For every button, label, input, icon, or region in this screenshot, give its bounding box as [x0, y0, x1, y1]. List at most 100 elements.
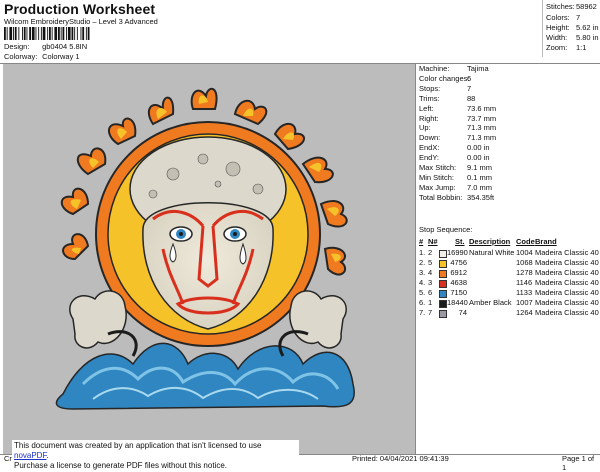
- thread-description: Natural White: [469, 248, 515, 257]
- machine-info-label: EndY:: [419, 153, 440, 163]
- machine-info-value: 0.00 in: [467, 153, 490, 163]
- thread-code: 1264: [516, 308, 533, 317]
- page-title: Production Worksheet: [4, 1, 156, 17]
- machine-info-label: Stops:: [419, 83, 441, 93]
- printed-timestamp: Printed: 04/04/2021 09:41:39: [352, 454, 449, 463]
- thread-brand: Madeira Classic 40: [535, 268, 599, 277]
- stitch-count: 4756: [450, 258, 467, 267]
- barcode-bar: [54, 27, 58, 40]
- col-header-brand: Brand: [535, 237, 557, 246]
- machine-info-label: Machine:: [419, 64, 450, 73]
- design-preview: [3, 64, 415, 454]
- machine-info-value: 0.1 mm: [467, 172, 493, 182]
- thread-brand: Madeira Classic 40: [535, 278, 599, 287]
- needle-number: 7: [428, 308, 433, 317]
- machine-info-label: Total Bobbin:: [419, 192, 463, 202]
- stats-box: Stitches:58962 Colors: 7 Height: 5.62 in W…: [542, 0, 600, 57]
- stitch-count: 18440: [447, 298, 468, 307]
- info-panel: Machine: Tajima Color changes:6 Stops: 7 Trim…: [415, 64, 600, 454]
- page-number: Page 1 of 1: [562, 454, 595, 472]
- thread-brand: Madeira Classic 40: [535, 298, 599, 307]
- novapdf-link[interactable]: novaPDF: [14, 451, 46, 460]
- machine-info-value: 6: [467, 73, 472, 83]
- machine-info-row: Trims: 88: [419, 94, 475, 103]
- footer-left-text: Cr: [4, 454, 12, 463]
- notice-text: This document was created by an applicat…: [14, 441, 262, 450]
- barcode-bar: [85, 27, 87, 40]
- thread-code: 1068: [516, 258, 533, 267]
- barcode-bar: [51, 27, 53, 40]
- stats-label: Zoom:: [546, 43, 568, 52]
- sun-embroidery-image: [55, 87, 355, 410]
- thread-code: 1007: [516, 298, 533, 307]
- needle-number: 2: [428, 248, 433, 257]
- machine-info-label: Right:: [419, 113, 439, 123]
- stitch-count: 6912: [450, 268, 467, 277]
- stop-sequence-title: Stop Sequence:: [419, 225, 473, 234]
- color-swatch: [439, 300, 447, 308]
- machine-info-value: 354.35ft: [467, 192, 495, 202]
- stitch-count: 7150: [450, 288, 467, 297]
- stitch-count: 16990: [447, 248, 468, 257]
- barcode-bar: [38, 27, 40, 40]
- barcode-bar: [58, 27, 60, 40]
- machine-info-value: Tajima: [467, 64, 489, 73]
- stats-row: Stitches:58962: [546, 2, 597, 11]
- machine-info-value: 7: [467, 83, 472, 93]
- barcode-bar: [49, 27, 51, 40]
- stats-row: Colors: 7: [546, 13, 580, 22]
- colorway-line: Colorway: Colorway 1: [4, 52, 80, 61]
- color-swatch: [439, 310, 447, 318]
- machine-info-row: Max Stitch: 9.1 mm: [419, 163, 492, 172]
- barcode-bar: [29, 27, 31, 40]
- machine-info-row: Stops: 7: [419, 84, 471, 93]
- stats-label: Height:: [546, 23, 570, 32]
- barcode-bar: [71, 27, 74, 40]
- machine-info-value: 73.6 mm: [467, 103, 497, 113]
- barcode-bar: [13, 27, 14, 40]
- col-header-description: Description: [469, 237, 511, 246]
- machine-info-label: Down:: [419, 133, 441, 143]
- machine-info-value: 71.3 mm: [467, 123, 497, 133]
- needle-number: 3: [428, 278, 433, 287]
- design-label: Design:: [4, 42, 30, 51]
- thread-description: Amber Black: [469, 298, 512, 307]
- barcode-bar: [67, 27, 71, 40]
- ocean-waves: [55, 342, 355, 410]
- barcode-bar: [23, 27, 26, 40]
- col-header-needle: N#: [428, 237, 438, 246]
- barcode-bar: [82, 27, 85, 40]
- machine-info-label: Up:: [419, 123, 431, 133]
- needle-number: 1: [428, 298, 433, 307]
- barcode-bar: [22, 27, 23, 40]
- stats-label: Width:: [546, 33, 568, 42]
- license-notice-line1: This document was created by an applicat…: [14, 441, 297, 461]
- col-header-code: Code: [516, 237, 535, 246]
- app-subtitle: Wilcom EmbroideryStudio – Level 3 Advanc…: [4, 17, 158, 26]
- thread-brand: Madeira Classic 40: [535, 248, 599, 257]
- colorway-label: Colorway:: [4, 52, 38, 61]
- stop-index: 2.: [419, 258, 426, 267]
- color-swatch: [439, 280, 447, 288]
- stats-value: 5.62 in: [576, 23, 599, 32]
- notice-period: .: [46, 451, 49, 460]
- stats-row: Height: 5.62 in: [546, 23, 599, 32]
- design-line: Design: gb0404 5.8IN: [4, 42, 87, 51]
- needle-number: 6: [428, 288, 433, 297]
- barcode-bar: [66, 27, 67, 40]
- stats-label: Stitches:: [546, 2, 575, 11]
- machine-info-value: 9.1 mm: [467, 163, 493, 172]
- barcode-bar: [87, 27, 90, 40]
- barcode-image: [4, 27, 90, 40]
- stats-label: Colors:: [546, 13, 570, 22]
- barcode-bar: [6, 27, 8, 40]
- barcode-bar: [4, 27, 6, 40]
- machine-info-label: Min Stitch:: [419, 172, 455, 182]
- thread-code: 1004: [516, 248, 533, 257]
- stats-row: Zoom: 1:1: [546, 43, 586, 52]
- color-swatch: [439, 250, 447, 258]
- machine-info-label: Left:: [419, 103, 434, 113]
- thread-brand: Madeira Classic 40: [535, 308, 599, 317]
- stop-index: 6.: [419, 298, 426, 307]
- design-value: gb0404 5.8IN: [42, 42, 88, 51]
